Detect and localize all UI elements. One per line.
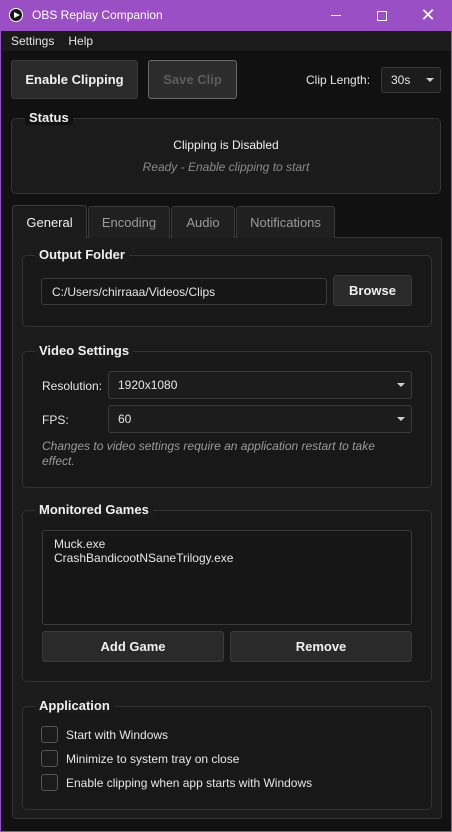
minimize-icon (331, 15, 341, 16)
save-clip-button[interactable]: Save Clip (148, 60, 237, 99)
start-with-windows-checkbox[interactable] (41, 726, 58, 743)
tab-encoding[interactable]: Encoding (88, 206, 170, 238)
minimize-to-tray-label: Minimize to system tray on close (66, 752, 240, 766)
add-game-button[interactable]: Add Game (42, 631, 224, 662)
chevron-down-icon (397, 417, 405, 421)
main-content: Enable Clipping Save Clip Clip Length: 3… (1, 51, 451, 831)
menu-bar: Settings Help (1, 31, 451, 51)
video-settings-group: Video Settings Resolution: 1920x1080 FPS… (22, 343, 432, 488)
video-settings-note-line1: Changes to video settings require an app… (42, 439, 375, 453)
close-icon: ✕ (420, 4, 436, 26)
status-title: Status (25, 110, 73, 125)
list-item[interactable]: Muck.exe (54, 537, 105, 551)
clip-length-select[interactable]: 30s (381, 67, 441, 93)
clip-length-value: 30s (391, 73, 411, 87)
chevron-down-icon (397, 383, 405, 387)
status-group: Status Clipping is Disabled Ready - Enab… (11, 110, 441, 194)
status-hint: Ready - Enable clipping to start (142, 160, 310, 174)
output-folder-input[interactable]: C:/Users/chirraaa/Videos/Clips (41, 278, 327, 305)
tab-general[interactable]: General (12, 205, 87, 238)
minimize-button[interactable] (313, 0, 359, 31)
menu-settings[interactable]: Settings (11, 34, 54, 48)
fps-label: FPS: (42, 413, 69, 427)
enable-clipping-button[interactable]: Enable Clipping (11, 60, 138, 99)
tab-notifications[interactable]: Notifications (236, 206, 335, 238)
tab-audio[interactable]: Audio (171, 206, 235, 238)
monitored-games-group: Monitored Games Muck.exe CrashBandicootN… (22, 502, 432, 682)
auto-enable-clipping-checkbox[interactable] (41, 774, 58, 791)
close-button[interactable]: ✕ (405, 0, 451, 31)
window-title: OBS Replay Companion (32, 8, 163, 22)
chevron-down-icon (426, 78, 434, 82)
application-group: Application Start with Windows Minimize … (22, 698, 432, 810)
clip-length-label: Clip Length: (306, 73, 371, 87)
browse-button[interactable]: Browse (333, 275, 412, 306)
output-folder-title: Output Folder (35, 247, 129, 262)
app-window: OBS Replay Companion ✕ Settings Help Ena… (1, 0, 451, 831)
status-state: Clipping is Disabled (173, 138, 279, 152)
start-with-windows-label: Start with Windows (66, 728, 169, 742)
video-settings-note-line2: effect. (42, 454, 75, 468)
minimize-to-tray-checkbox[interactable] (41, 750, 58, 767)
resolution-label: Resolution: (42, 379, 103, 393)
maximize-button[interactable] (359, 0, 405, 31)
resolution-select[interactable]: 1920x1080 (108, 371, 412, 399)
remove-game-button[interactable]: Remove (230, 631, 412, 662)
title-bar: OBS Replay Companion ✕ (1, 0, 451, 31)
video-settings-title: Video Settings (35, 343, 134, 358)
output-folder-group: Output Folder C:/Users/chirraaa/Videos/C… (22, 247, 432, 327)
resolution-value: 1920x1080 (118, 378, 178, 392)
monitored-games-title: Monitored Games (35, 502, 153, 517)
tab-panel-general: Output Folder C:/Users/chirraaa/Videos/C… (12, 237, 442, 819)
application-title: Application (35, 698, 114, 713)
menu-help[interactable]: Help (68, 34, 93, 48)
fps-select[interactable]: 60 (108, 405, 412, 433)
obs-play-icon (9, 8, 23, 22)
games-list[interactable]: Muck.exe CrashBandicootNSaneTrilogy.exe (42, 530, 412, 625)
auto-enable-clipping-label: Enable clipping when app starts with Win… (66, 776, 313, 790)
maximize-icon (377, 10, 387, 21)
list-item[interactable]: CrashBandicootNSaneTrilogy.exe (54, 551, 233, 565)
fps-value: 60 (118, 412, 132, 426)
